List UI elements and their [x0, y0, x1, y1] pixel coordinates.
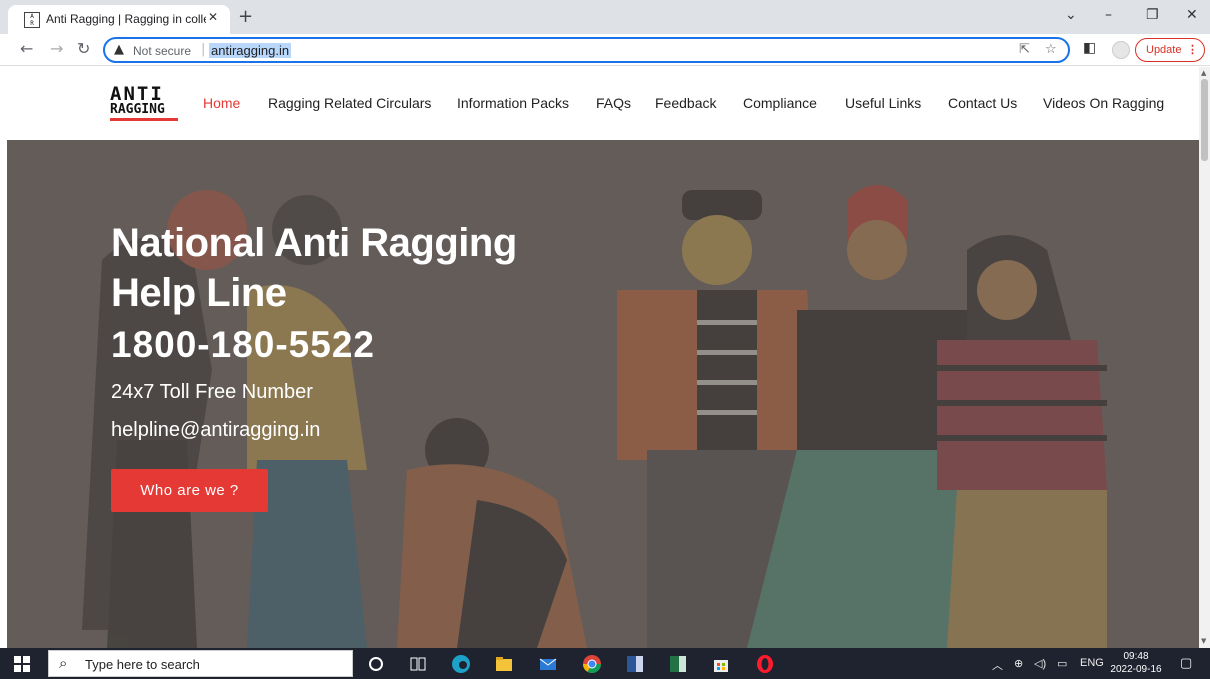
nav-faqs[interactable]: FAQs [596, 95, 631, 111]
forward-icon[interactable]: → [50, 39, 63, 58]
restore-icon[interactable]: ❐ [1146, 7, 1159, 23]
windows-taskbar: ⌕ Type here to search ︿ ⊕ ◁) ▭ ENG 09:48… [0, 648, 1210, 679]
nav-feedback[interactable]: Feedback [655, 95, 716, 111]
language-indicator[interactable]: ENG [1080, 657, 1104, 669]
hero-title-line-1: National Anti Ragging [111, 221, 517, 265]
update-button[interactable]: Update ⋮ [1135, 38, 1205, 62]
logo-underline [110, 118, 178, 121]
page-scrollbar[interactable]: ▲ ▼ [1199, 67, 1210, 648]
file-explorer-icon[interactable] [494, 654, 514, 674]
minimize-icon[interactable]: – [1105, 7, 1112, 23]
opera-icon[interactable] [755, 654, 775, 674]
network-icon[interactable]: ▭ [1057, 657, 1067, 670]
nav-videos-on-ragging[interactable]: Videos On Ragging [1043, 95, 1164, 111]
menu-dots-icon[interactable]: ⋮ [1187, 39, 1198, 61]
site-favicon-icon: AR [24, 12, 40, 28]
scroll-up-icon[interactable]: ▲ [1201, 69, 1206, 77]
site-logo[interactable]: ANTI RAGGING [110, 85, 180, 125]
onedrive-icon[interactable]: ⊕ [1014, 657, 1023, 670]
share-icon[interactable]: ⇱ [1019, 42, 1030, 57]
helpline-phone-number[interactable]: 1800-180-5522 [111, 318, 517, 372]
chrome-icon[interactable] [582, 654, 602, 674]
nav-ragging-related-circulars[interactable]: Ragging Related Circulars [268, 95, 431, 111]
back-icon[interactable]: ← [20, 39, 33, 58]
mail-icon[interactable] [538, 654, 558, 674]
side-panel-icon[interactable]: ◧ [1083, 40, 1096, 56]
chevron-down-icon[interactable]: ⌄ [1065, 7, 1077, 23]
tray-chevron-up-icon[interactable]: ︿ [992, 657, 1003, 673]
scroll-down-icon[interactable]: ▼ [1201, 637, 1206, 645]
helpline-email[interactable]: helpline@antiragging.in [111, 412, 517, 448]
scroll-thumb[interactable] [1201, 79, 1208, 161]
close-icon[interactable]: ✕ [1186, 7, 1198, 23]
logo-line-2: RAGGING [110, 102, 165, 117]
nav-contact-us[interactable]: Contact Us [948, 95, 1017, 111]
nav-home[interactable]: Home [203, 95, 240, 111]
browser-tab-strip: AR Anti Ragging | Ragging in college ✕ +… [0, 0, 1210, 34]
windows-start-icon[interactable] [14, 656, 30, 672]
cortana-icon[interactable] [366, 654, 386, 674]
warning-icon[interactable]: ▲ [114, 42, 124, 57]
system-clock[interactable]: 09:48 2022-09-16 [1110, 650, 1162, 676]
logo-line-1: ANTI [110, 83, 164, 105]
word-icon[interactable] [625, 654, 645, 674]
nav-information-packs[interactable]: Information Packs [457, 95, 569, 111]
taskbar-search-box[interactable]: ⌕ Type here to search [48, 650, 353, 677]
url-text[interactable]: antiragging.in [209, 43, 292, 58]
volume-icon[interactable]: ◁) [1034, 657, 1046, 670]
browser-tab[interactable]: AR Anti Ragging | Ragging in college ✕ [8, 5, 230, 34]
store-icon[interactable] [711, 654, 731, 674]
hero-title-line-2: Help Line [111, 271, 287, 315]
taskbar-search-placeholder: Type here to search [85, 657, 200, 672]
excel-icon[interactable] [668, 654, 688, 674]
tab-close-icon[interactable]: ✕ [208, 10, 218, 24]
reload-icon[interactable]: ↻ [77, 39, 90, 58]
nav-compliance[interactable]: Compliance [743, 95, 817, 111]
nav-useful-links[interactable]: Useful Links [845, 95, 921, 111]
hero-subtitle: 24x7 Toll Free Number [111, 381, 313, 403]
update-label: Update [1146, 44, 1182, 56]
hero-banner: National Anti Ragging Help Line 1800-180… [7, 140, 1199, 648]
bookmark-star-icon[interactable]: ☆ [1045, 42, 1057, 57]
omnibox-separator: | [201, 42, 206, 57]
address-bar[interactable]: ▲ Not secure | antiragging.in ⇱ ☆ [103, 37, 1070, 63]
browser-toolbar: ← → ↻ ▲ Not secure | antiragging.in ⇱ ☆ … [0, 34, 1210, 66]
notification-icon[interactable]: ▢ [1180, 655, 1192, 671]
new-tab-button[interactable]: + [238, 6, 253, 27]
who-are-we-button[interactable]: Who are we ? [111, 469, 268, 512]
task-view-icon[interactable] [408, 654, 428, 674]
site-header: ANTI RAGGING Home Ragging Related Circul… [0, 67, 1200, 140]
search-icon: ⌕ [59, 654, 68, 672]
security-indicator[interactable]: Not secure [133, 44, 191, 58]
hero-text-block: National Anti Ragging Help Line 1800-180… [111, 218, 517, 448]
clock-date: 2022-09-16 [1110, 664, 1162, 675]
edge-icon[interactable] [451, 654, 471, 674]
clock-time: 09:48 [1123, 651, 1149, 662]
profile-avatar[interactable] [1112, 41, 1130, 59]
tab-title: Anti Ragging | Ragging in college [46, 12, 206, 26]
